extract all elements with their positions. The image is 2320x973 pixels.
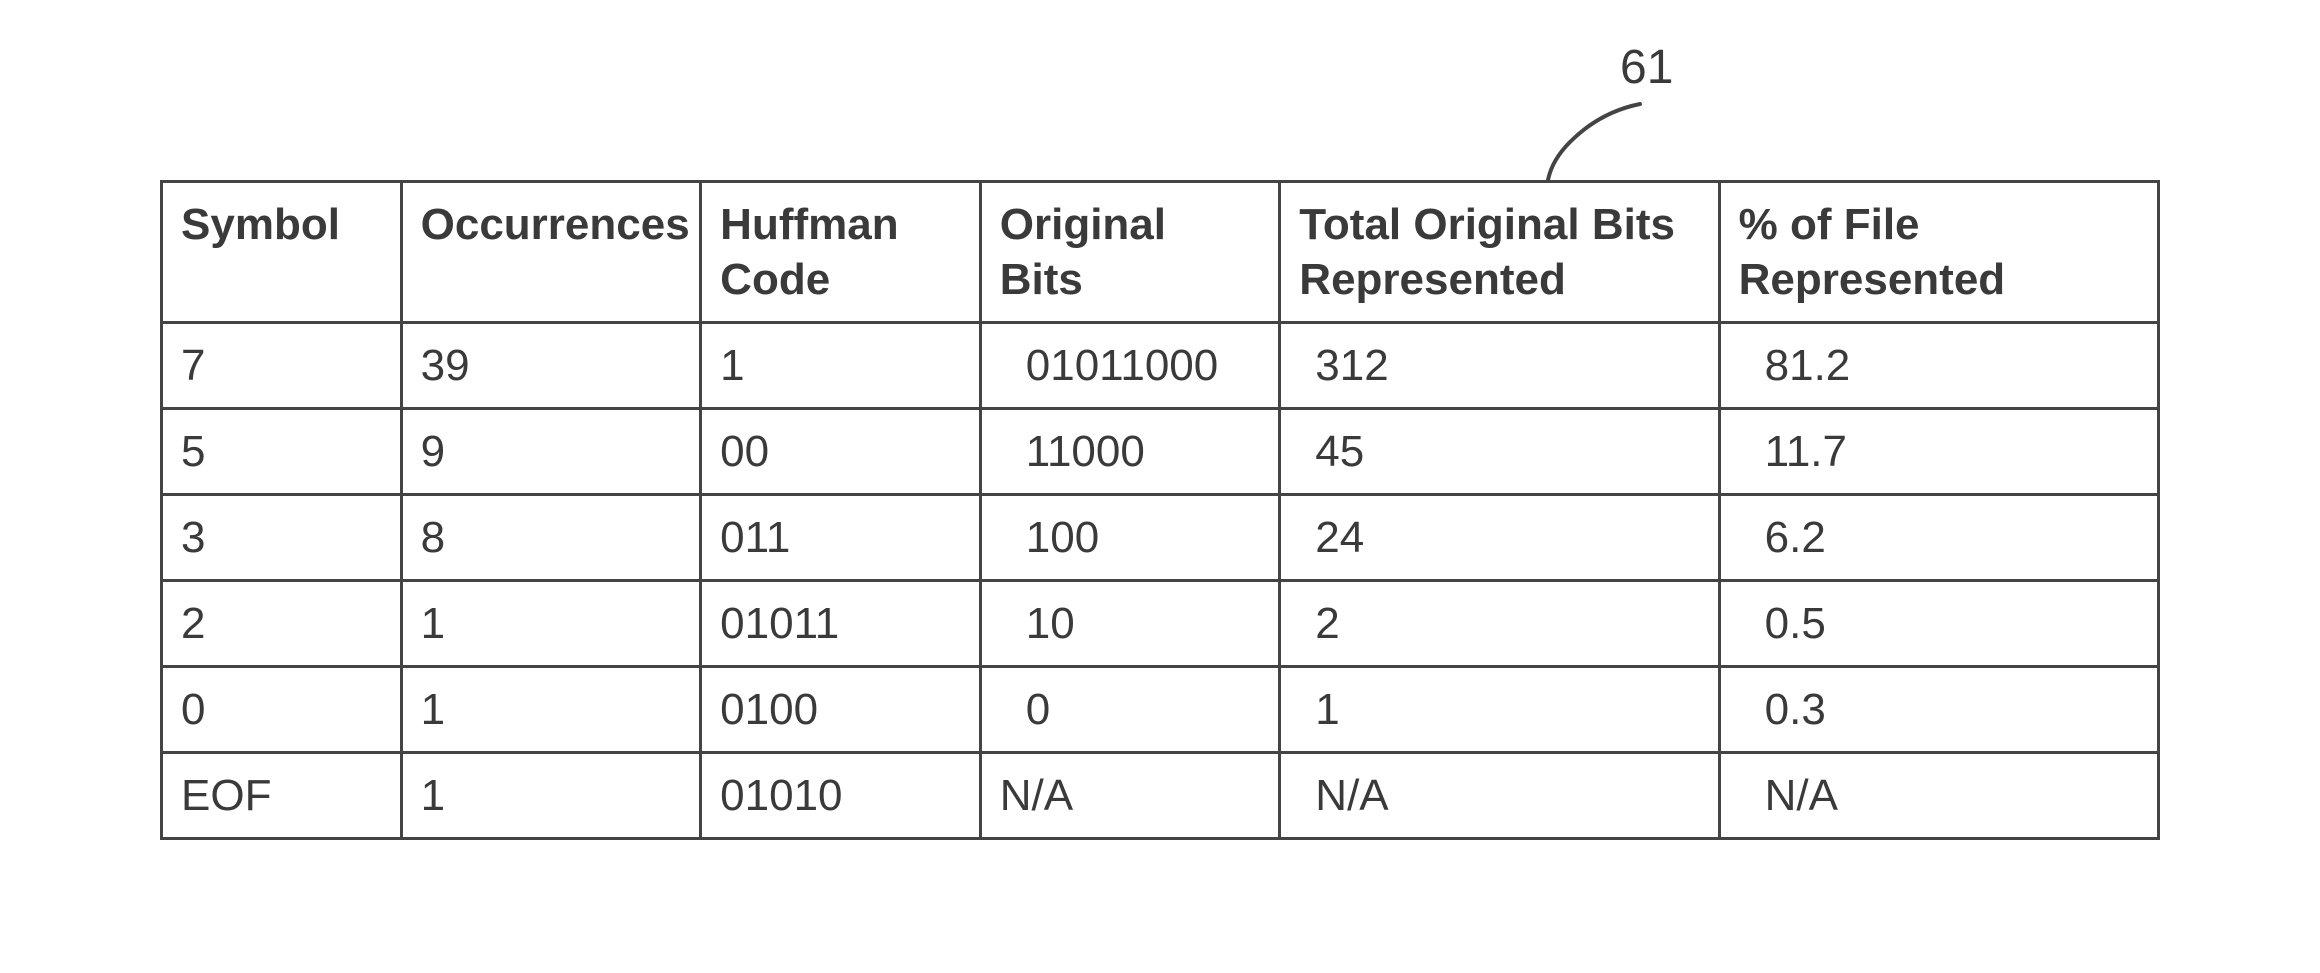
col-header-occurrences: Occurrences: [401, 182, 701, 323]
cell-total-original-bits: 45: [1280, 409, 1719, 495]
cell-huffman: 1: [701, 323, 981, 409]
cell-huffman: 0100: [701, 667, 981, 753]
cell-huffman: 011: [701, 495, 981, 581]
cell-percent-file: 0.5: [1719, 581, 2158, 667]
cell-original-bits: 10: [980, 581, 1280, 667]
cell-original-bits: 100: [980, 495, 1280, 581]
cell-symbol: 0: [162, 667, 402, 753]
cell-original-bits: N/A: [980, 753, 1280, 839]
cell-symbol: 2: [162, 581, 402, 667]
cell-symbol: 3: [162, 495, 402, 581]
cell-percent-file: 0.3: [1719, 667, 2158, 753]
figure-callout-number: 61: [1620, 40, 1673, 95]
col-header-total-original-bits: Total Original Bits Represented: [1280, 182, 1719, 323]
cell-occurrences: 9: [401, 409, 701, 495]
cell-total-original-bits: N/A: [1280, 753, 1719, 839]
cell-occurrences: 39: [401, 323, 701, 409]
cell-percent-file: 81.2: [1719, 323, 2158, 409]
cell-total-original-bits: 24: [1280, 495, 1719, 581]
cell-occurrences: 1: [401, 667, 701, 753]
col-header-huffman-code: Huffman Code: [701, 182, 981, 323]
cell-original-bits: 01011000: [980, 323, 1280, 409]
cell-huffman: 00: [701, 409, 981, 495]
table-row: 0 1 0100 0 1 0.3: [162, 667, 2159, 753]
cell-total-original-bits: 1: [1280, 667, 1719, 753]
figure-callout: 61: [160, 40, 2160, 180]
cell-occurrences: 1: [401, 581, 701, 667]
cell-symbol: 5: [162, 409, 402, 495]
cell-occurrences: 1: [401, 753, 701, 839]
figure-callout-leader-line: [1540, 102, 1660, 180]
cell-huffman: 01010: [701, 753, 981, 839]
cell-original-bits: 11000: [980, 409, 1280, 495]
huffman-table: Symbol Occurrences Huffman Code Original…: [160, 180, 2160, 840]
cell-percent-file: N/A: [1719, 753, 2158, 839]
col-header-original-bits: Original Bits: [980, 182, 1280, 323]
cell-symbol: EOF: [162, 753, 402, 839]
table-row: 3 8 011 100 24 6.2: [162, 495, 2159, 581]
cell-symbol: 7: [162, 323, 402, 409]
table-row: 7 39 1 01011000 312 81.2: [162, 323, 2159, 409]
table-header-row: Symbol Occurrences Huffman Code Original…: [162, 182, 2159, 323]
table-row: 5 9 00 11000 45 11.7: [162, 409, 2159, 495]
col-header-symbol: Symbol: [162, 182, 402, 323]
cell-huffman: 01011: [701, 581, 981, 667]
col-header-percent-file: % of File Represented: [1719, 182, 2158, 323]
cell-percent-file: 11.7: [1719, 409, 2158, 495]
cell-total-original-bits: 312: [1280, 323, 1719, 409]
cell-occurrences: 8: [401, 495, 701, 581]
cell-total-original-bits: 2: [1280, 581, 1719, 667]
cell-original-bits: 0: [980, 667, 1280, 753]
cell-percent-file: 6.2: [1719, 495, 2158, 581]
table-row: 2 1 01011 10 2 0.5: [162, 581, 2159, 667]
table-row: EOF 1 01010 N/A N/A N/A: [162, 753, 2159, 839]
